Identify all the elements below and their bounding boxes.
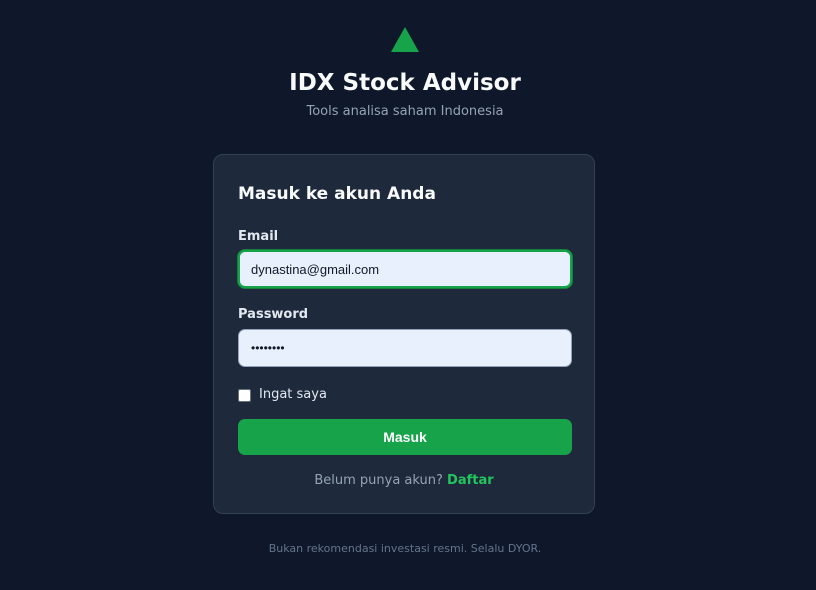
register-row: Belum punya akun? Daftar (214, 472, 594, 490)
app-subtitle: Tools analisa saham Indonesia (306, 104, 504, 119)
password-field[interactable] (238, 329, 572, 367)
login-page: IDX Stock Advisor Tools analisa saham In… (0, 0, 816, 590)
email-label: Email (238, 229, 279, 244)
login-button[interactable]: Masuk (238, 419, 572, 455)
email-field[interactable] (238, 250, 572, 288)
app-title: IDX Stock Advisor (289, 70, 521, 96)
remember-me-row: Ingat saya (238, 386, 327, 404)
password-label: Password (238, 307, 309, 322)
remember-me-label[interactable]: Ingat saya (259, 386, 327, 404)
login-heading: Masuk ke akun Anda (238, 184, 436, 204)
register-link[interactable]: Daftar (447, 473, 494, 488)
remember-me-checkbox[interactable] (238, 388, 251, 402)
register-prompt: Belum punya akun? (314, 473, 448, 488)
disclaimer-text: Bukan rekomendasi investasi resmi. Selal… (268, 542, 542, 555)
triangle-up-icon (391, 27, 419, 52)
login-card: Masuk ke akun Anda Email Password Ingat … (213, 154, 595, 514)
